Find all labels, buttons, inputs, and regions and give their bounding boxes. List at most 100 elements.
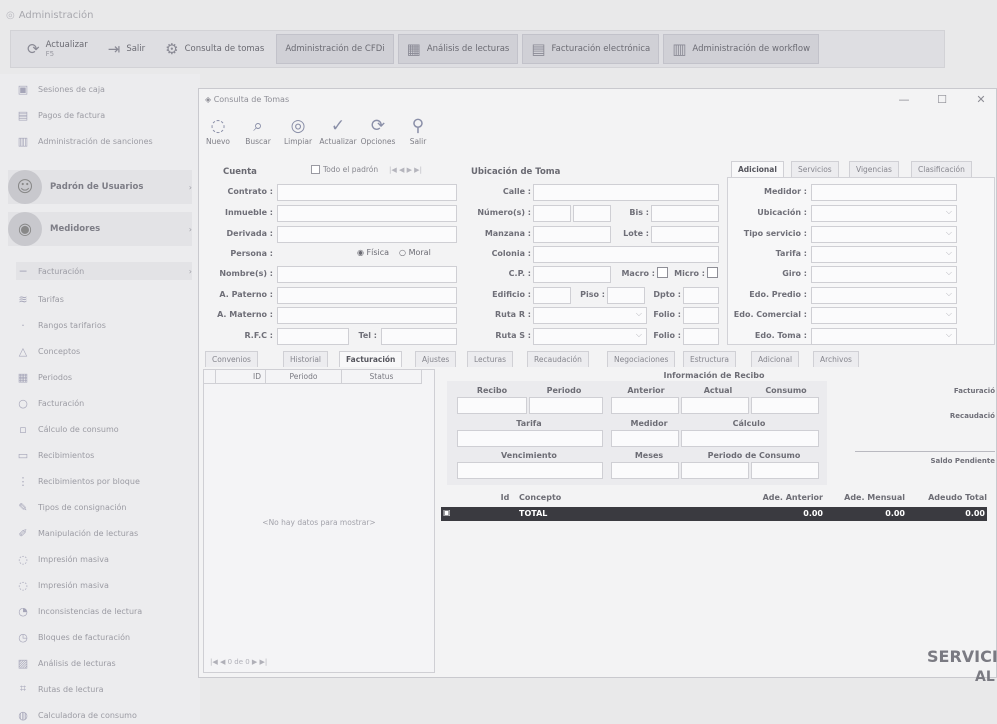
ubicacion-medidor-select[interactable] bbox=[811, 205, 957, 222]
grid-pager[interactable]: |◀ ◀ 0 de 0 ▶ ▶| bbox=[210, 658, 267, 666]
sidebar-item-impresion-1[interactable]: ◌ Impresión masiva bbox=[16, 550, 192, 568]
ruta-s-select[interactable] bbox=[533, 328, 647, 345]
calculo-field[interactable] bbox=[681, 430, 819, 447]
clear-button[interactable]: ◎ Limpiar bbox=[281, 115, 315, 155]
concept-header-ade-mensual[interactable]: Ade. Mensual bbox=[829, 493, 905, 502]
derivada-field[interactable] bbox=[277, 226, 457, 243]
actual-field[interactable] bbox=[681, 397, 749, 414]
tab-consulta-tomas[interactable]: ⚙ Consulta de tomas bbox=[157, 34, 272, 64]
colonia-field[interactable] bbox=[533, 246, 719, 263]
cp-field[interactable] bbox=[533, 266, 611, 283]
sidebar-group-medidores[interactable]: ◉ Medidores › bbox=[8, 212, 192, 246]
tab-admin-workflow[interactable]: ▥ Administración de workflow bbox=[663, 34, 820, 64]
macro-checkbox[interactable] bbox=[657, 267, 668, 278]
periodo-consumo-inicio-field[interactable] bbox=[681, 462, 749, 479]
tab-facturacion-electronica[interactable]: ▤ Facturación electrónica bbox=[522, 34, 660, 64]
tarifa-select[interactable] bbox=[811, 246, 957, 263]
sidebar-group-facturacion[interactable]: ─ Facturación › bbox=[16, 262, 192, 280]
ruta-r-select[interactable] bbox=[533, 307, 647, 324]
sidebar-item-sanciones[interactable]: ▥ Administración de sanciones bbox=[16, 132, 192, 150]
sidebar-item-calculo[interactable]: ▫ Cálculo de consumo bbox=[16, 420, 192, 438]
grid-header-periodo[interactable]: Periodo bbox=[266, 370, 342, 384]
giro-select[interactable] bbox=[811, 266, 957, 283]
sidebar-item-periodos[interactable]: ▦ Periodos bbox=[16, 368, 192, 386]
inmueble-field[interactable] bbox=[277, 205, 457, 222]
manzana-field[interactable] bbox=[533, 226, 611, 243]
periodo-field[interactable] bbox=[529, 397, 603, 414]
periodo-consumo-fin-field[interactable] bbox=[751, 462, 819, 479]
sidebar-item-recibimientos[interactable]: ▭ Recibimientos bbox=[16, 446, 192, 464]
tarifa-recibo-field[interactable] bbox=[457, 430, 603, 447]
concept-header-adeudo-total[interactable]: Adeudo Total bbox=[911, 493, 987, 502]
sidebar-item-bloques[interactable]: ◷ Bloques de facturación bbox=[16, 628, 192, 646]
tel-field[interactable] bbox=[381, 328, 457, 345]
sidebar-item-calculadora[interactable]: ◍ Calculadora de consumo bbox=[16, 706, 192, 724]
folio-r-field[interactable] bbox=[683, 307, 719, 324]
sidebar-item-manipulacion[interactable]: ✐ Manipulación de lecturas bbox=[16, 524, 192, 542]
contrato-field[interactable] bbox=[277, 184, 457, 201]
edificio-field[interactable] bbox=[533, 287, 571, 304]
edo-toma-select[interactable] bbox=[811, 328, 957, 345]
sidebar-item-conceptos[interactable]: △ Conceptos bbox=[16, 342, 192, 360]
folio-s-field[interactable] bbox=[683, 328, 719, 345]
grid-header-id[interactable]: ID bbox=[216, 370, 266, 384]
tab-lecturas[interactable]: Lecturas bbox=[467, 351, 514, 367]
search-button[interactable]: ⌕ Buscar bbox=[241, 115, 275, 155]
close-icon[interactable]: ✕ bbox=[971, 93, 991, 106]
sidebar-item-inconsistencias[interactable]: ◔ Inconsistencias de lectura bbox=[16, 602, 192, 620]
calle-field[interactable] bbox=[533, 184, 719, 201]
sidebar-item-rutas[interactable]: ⌗ Rutas de lectura bbox=[16, 680, 192, 698]
exit-button[interactable]: ⇥ Salir bbox=[100, 34, 153, 64]
vencimiento-field[interactable] bbox=[457, 462, 603, 479]
sidebar-item-tarifas[interactable]: ≋ Tarifas bbox=[16, 290, 192, 308]
anterior-field[interactable] bbox=[611, 397, 679, 414]
piso-field[interactable] bbox=[607, 287, 645, 304]
tab-negociaciones[interactable]: Negociaciones bbox=[607, 351, 676, 367]
sidebar-item-impresion-2[interactable]: ◌ Impresión masiva bbox=[16, 576, 192, 594]
depto-field[interactable] bbox=[683, 287, 719, 304]
concept-header-concepto[interactable]: Concepto bbox=[519, 493, 579, 502]
sidebar-item-analisis[interactable]: ▨ Análisis de lecturas bbox=[16, 654, 192, 672]
tab-estructura[interactable]: Estructura bbox=[683, 351, 736, 367]
new-button[interactable]: ◌ Nuevo bbox=[201, 115, 235, 155]
sidebar-group-padron[interactable]: ☺ Padrón de Usuarios › bbox=[8, 170, 192, 204]
micro-checkbox[interactable] bbox=[707, 267, 718, 278]
recibo-field[interactable] bbox=[457, 397, 527, 414]
edo-comercial-select[interactable] bbox=[811, 307, 957, 324]
sidebar-item-rangos[interactable]: · Rangos tarifarios bbox=[16, 316, 192, 334]
maximize-icon[interactable]: ☐ bbox=[932, 93, 952, 106]
record-navigator[interactable]: |◀ ◀ ▶ ▶| bbox=[389, 166, 422, 174]
tab-adicional-bottom[interactable]: Adicional bbox=[751, 351, 800, 367]
edo-predio-select[interactable] bbox=[811, 287, 957, 304]
tab-admin-cfdi[interactable]: Administración de CFDi bbox=[276, 34, 394, 64]
tab-convenios[interactable]: Convenios bbox=[205, 351, 258, 367]
options-button[interactable]: ⟳ Opciones bbox=[361, 115, 396, 155]
exit-window-button[interactable]: ⚲ Salir bbox=[401, 115, 435, 155]
sidebar-item-facturacion[interactable]: ○ Facturación bbox=[16, 394, 192, 412]
tab-vigencias[interactable]: Vigencias bbox=[849, 161, 899, 177]
grid-header-status[interactable]: Status bbox=[342, 370, 422, 384]
facturas-grid[interactable]: ID Periodo Status <No hay datos para mos… bbox=[203, 369, 435, 673]
todo-padron-checkbox[interactable]: Todo el padrón bbox=[311, 165, 378, 174]
tipo-servicio-select[interactable] bbox=[811, 226, 957, 243]
sidebar-item-recibimientos-bloque[interactable]: ⋮ Recibimientos por bloque bbox=[16, 472, 192, 490]
radio-fisica[interactable]: ◉ Física bbox=[357, 248, 389, 257]
radio-moral[interactable]: ○ Moral bbox=[399, 248, 431, 257]
numero-ext-field[interactable] bbox=[533, 205, 571, 222]
sidebar-item-sesiones[interactable]: ▣ Sesiones de caja bbox=[16, 80, 192, 98]
tab-historial[interactable]: Historial bbox=[283, 351, 329, 367]
nombre-field[interactable] bbox=[277, 266, 457, 283]
lote-field[interactable] bbox=[651, 226, 719, 243]
tab-clasificacion[interactable]: Clasificación bbox=[911, 161, 972, 177]
tab-adicional[interactable]: Adicional bbox=[731, 161, 784, 177]
tab-ajustes[interactable]: Ajustes bbox=[415, 351, 457, 367]
sidebar-item-tipos[interactable]: ✎ Tipos de consignación bbox=[16, 498, 192, 516]
numero-int-field[interactable] bbox=[573, 205, 611, 222]
minimize-icon[interactable]: — bbox=[894, 93, 914, 106]
bis-field[interactable] bbox=[651, 205, 719, 222]
total-row[interactable]: ▣ TOTAL 0.00 0.00 0.00 bbox=[441, 507, 987, 521]
rfc-field[interactable] bbox=[277, 328, 349, 345]
medidor-field[interactable] bbox=[811, 184, 957, 201]
refresh-button[interactable]: ⟳ Actualizar F5 bbox=[19, 34, 96, 64]
consumo-field[interactable] bbox=[751, 397, 819, 414]
